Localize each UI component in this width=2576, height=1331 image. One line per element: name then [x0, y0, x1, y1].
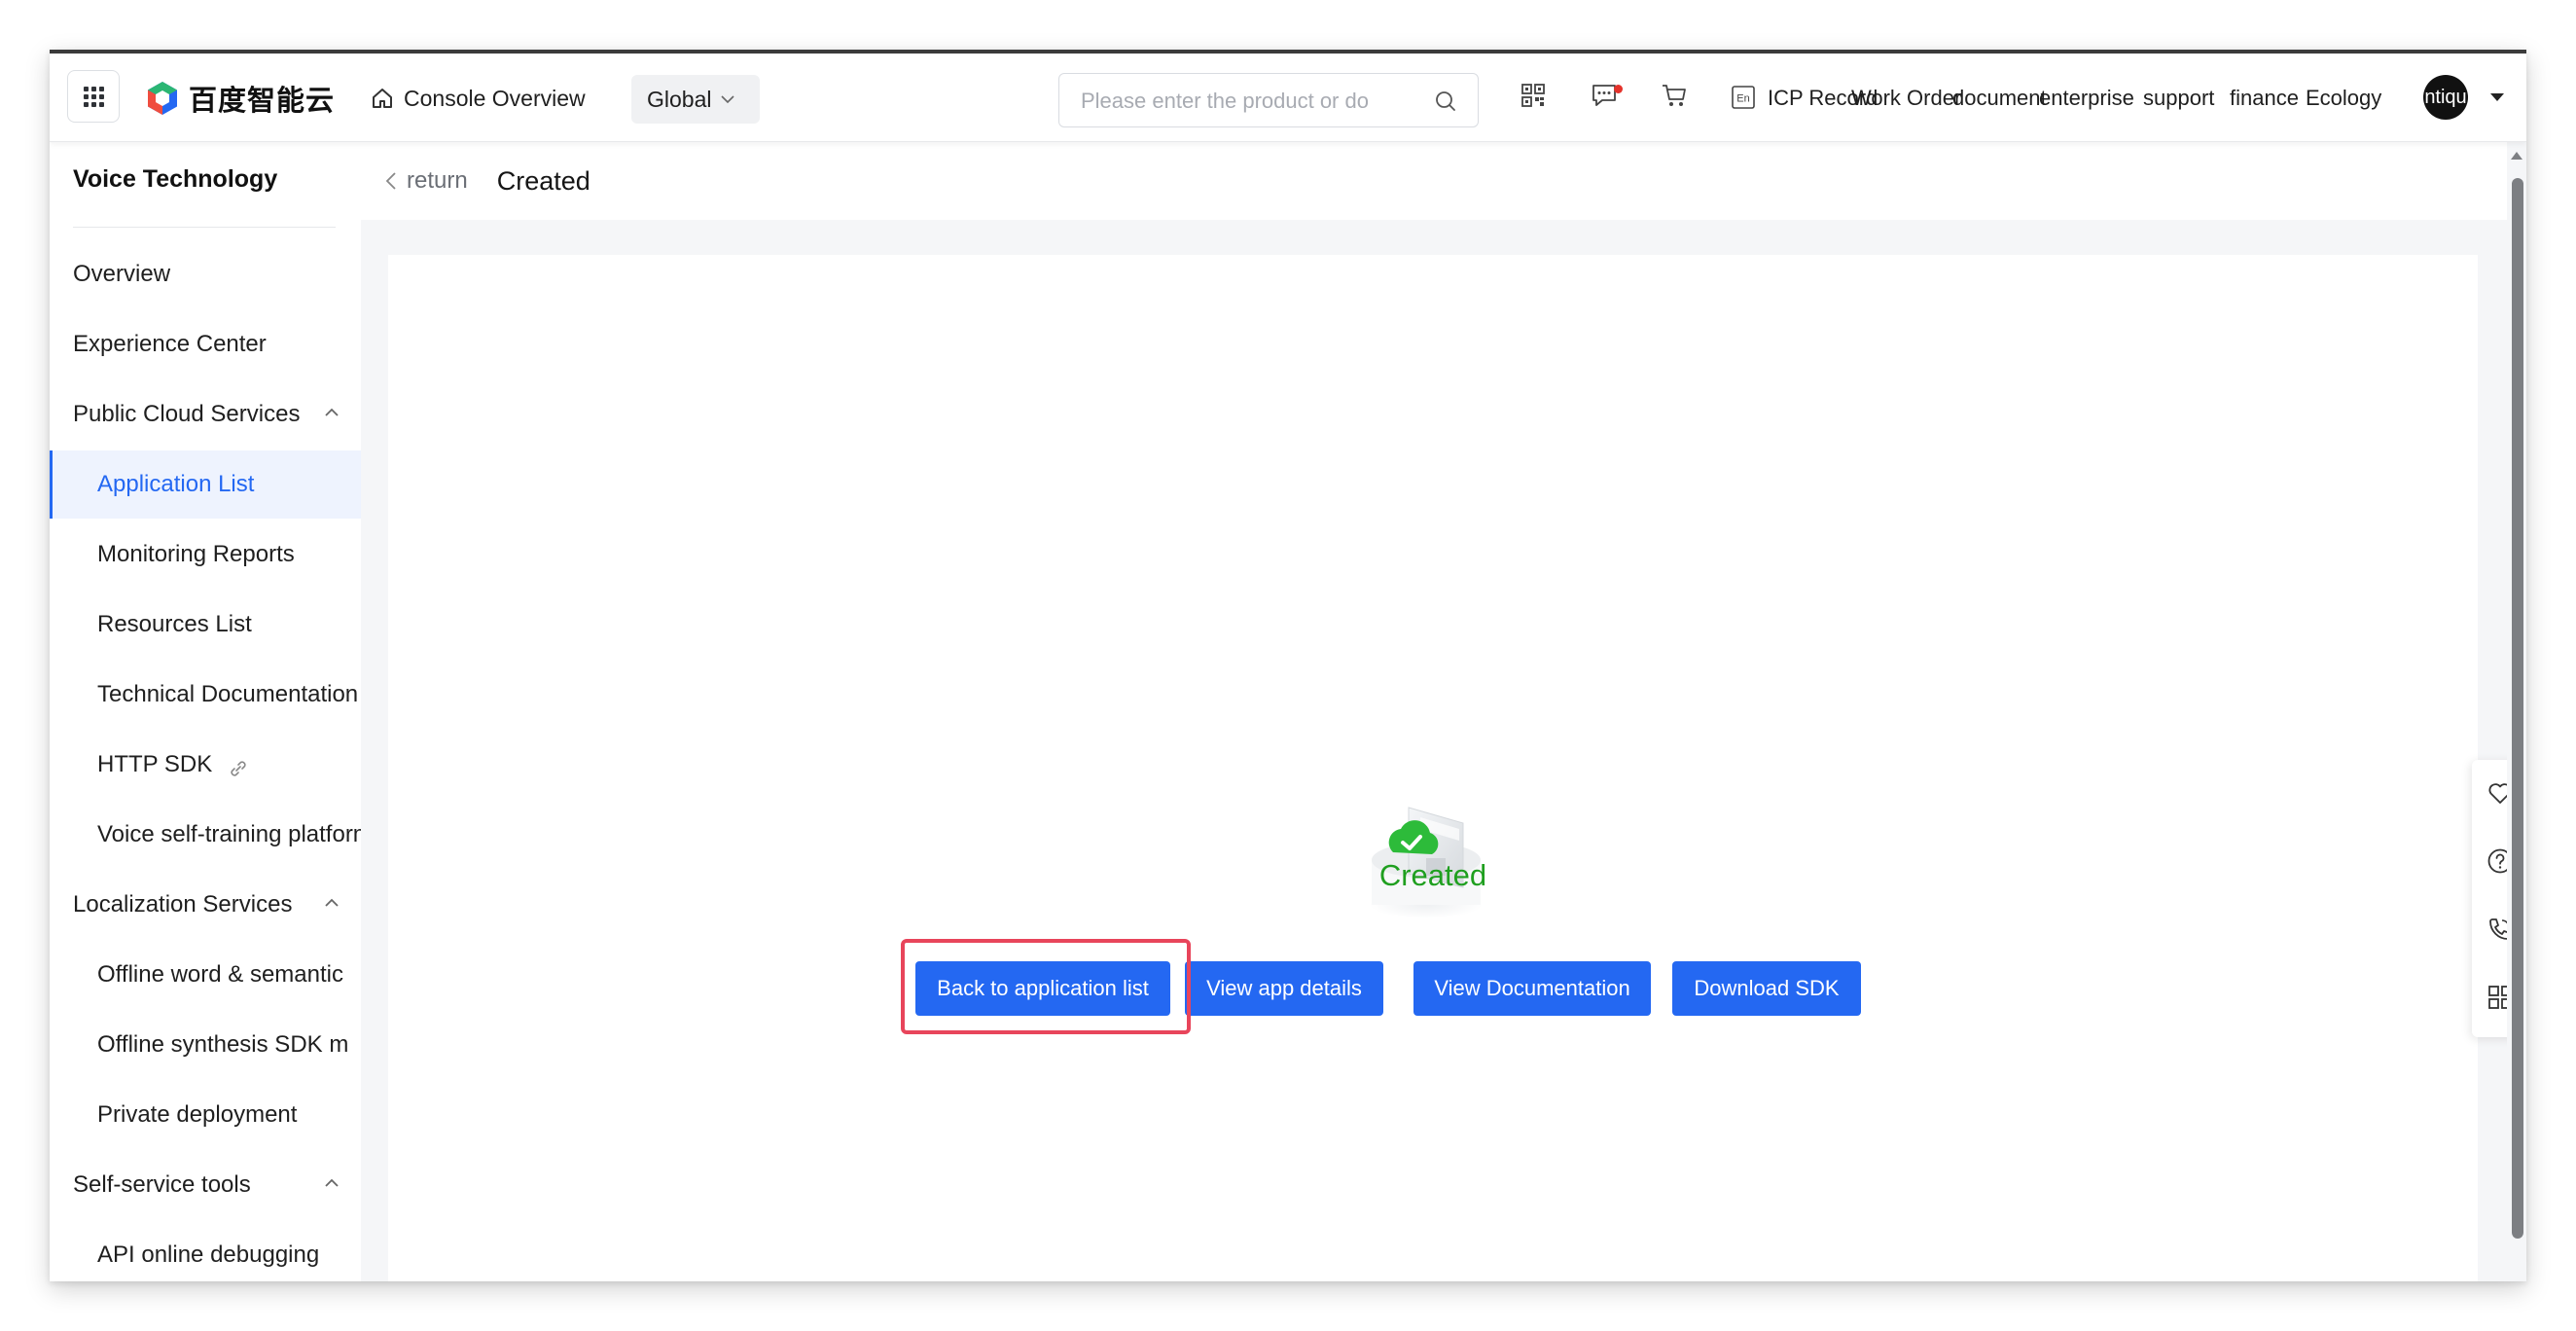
console-overview-link[interactable]: Console Overview: [371, 81, 586, 116]
search-icon[interactable]: [1435, 90, 1456, 112]
chevron-down-icon: [721, 95, 735, 104]
finance-link[interactable]: finance: [2230, 86, 2299, 111]
view-documentation-button[interactable]: View Documentation: [1413, 961, 1651, 1016]
sidebar-item-http-sdk[interactable]: HTTP SDK: [50, 731, 361, 799]
region-value: Global: [647, 86, 712, 112]
chevron-up-icon: [325, 1178, 339, 1187]
sidebar-item-label: Public Cloud Services: [73, 401, 301, 427]
sidebar: Voice Technology Overview Experience Cen…: [50, 142, 361, 1281]
product-search: [1058, 73, 1479, 127]
sidebar-item-label: Self-service tools: [73, 1171, 251, 1198]
scrollbar-thumb[interactable]: [2512, 178, 2523, 1239]
logo[interactable]: 百度智能云: [144, 78, 335, 119]
enterprise-link[interactable]: enterprise: [2039, 86, 2134, 111]
sidebar-item-label: Localization Services: [73, 891, 293, 917]
region-select[interactable]: Global: [631, 75, 760, 124]
chevron-up-icon: [325, 898, 339, 907]
sidebar-group-self-service-tools[interactable]: Self-service tools: [50, 1151, 361, 1219]
sidebar-item-label: Resources List: [97, 611, 252, 637]
support-link[interactable]: support: [2143, 86, 2214, 111]
result-card: Created Back to application list View ap…: [388, 255, 2478, 1281]
top-navigation-bar: 百度智能云 Console Overview Global Please ent…: [50, 54, 2526, 142]
language-en-icon[interactable]: En: [1731, 85, 1756, 110]
sidebar-item-overview[interactable]: Overview: [50, 240, 361, 308]
external-link-icon: [231, 761, 246, 776]
sidebar-item-offline-synthesis-sdk[interactable]: Offline synthesis SDK m: [50, 1011, 361, 1079]
sidebar-item-label: Monitoring Reports: [97, 541, 295, 567]
view-app-details-button[interactable]: View app details: [1185, 961, 1383, 1016]
sidebar-item-resources-list[interactable]: Resources List: [50, 591, 361, 659]
sidebar-item-label: Experience Center: [73, 331, 267, 357]
sidebar-item-monitoring-reports[interactable]: Monitoring Reports: [50, 521, 361, 589]
apps-menu-button[interactable]: [67, 70, 120, 123]
ecology-link[interactable]: Ecology: [2306, 86, 2381, 111]
user-avatar[interactable]: ntiqu: [2423, 75, 2468, 120]
sidebar-item-application-list[interactable]: Application List: [50, 450, 361, 519]
avatar-text: ntiqu: [2424, 86, 2467, 108]
sidebar-item-label: API online debugging: [97, 1241, 320, 1268]
sidebar-item-experience-center[interactable]: Experience Center: [50, 310, 361, 378]
divider: [73, 227, 336, 228]
search-input[interactable]: [1079, 86, 1419, 117]
notification-dot: [1614, 85, 1623, 93]
sidebar-item-label: Private deployment: [97, 1101, 298, 1128]
download-sdk-button[interactable]: Download SDK: [1672, 961, 1861, 1016]
qr-code-icon[interactable]: [1521, 83, 1546, 108]
home-icon: [373, 89, 392, 108]
document-link[interactable]: document: [1952, 86, 2047, 111]
sidebar-item-label: Application List: [97, 471, 255, 497]
sidebar-item-label: Offline synthesis SDK m: [97, 1031, 349, 1058]
svg-text:En: En: [1736, 93, 1749, 105]
return-link[interactable]: return: [385, 167, 468, 195]
page-title: Created: [496, 165, 590, 196]
logo-text: 百度智能云: [189, 86, 336, 117]
grid-icon: [84, 87, 105, 108]
sidebar-item-technical-documentation[interactable]: Technical Documentation: [50, 661, 361, 729]
caret-down-icon[interactable]: [2489, 92, 2505, 102]
breadcrumb: return Created: [361, 142, 2507, 220]
baidu-cloud-logo-icon: [148, 82, 177, 115]
sidebar-item-label: Technical Documentation: [97, 681, 359, 707]
work-order-link[interactable]: Work Order: [1851, 86, 1961, 111]
cart-icon[interactable]: [1661, 83, 1688, 108]
return-label: return: [407, 167, 468, 194]
sidebar-item-label: Offline word & semantic: [97, 961, 343, 988]
status-text: Created: [1378, 858, 1487, 892]
scroll-up-arrow-icon[interactable]: [2510, 151, 2523, 161]
sidebar-group-localization-services[interactable]: Localization Services: [50, 871, 361, 939]
sidebar-item-api-online-debugging[interactable]: API online debugging: [50, 1221, 361, 1281]
sidebar-item-label: HTTP SDK: [97, 751, 213, 777]
sidebar-title: Voice Technology: [73, 165, 278, 193]
sidebar-item-voice-self-training-platform[interactable]: Voice self-training platform: [50, 801, 361, 869]
sidebar-item-offline-word-semantic[interactable]: Offline word & semantic: [50, 941, 361, 1009]
sidebar-item-label: Overview: [73, 261, 171, 287]
back-to-application-list-button[interactable]: Back to application list: [915, 961, 1170, 1016]
chevron-left-icon: [385, 172, 396, 190]
sidebar-group-public-cloud-services[interactable]: Public Cloud Services: [50, 380, 361, 449]
console-overview-label: Console Overview: [404, 85, 586, 111]
console-window: 百度智能云 Console Overview Global Please ent…: [50, 50, 2526, 1281]
sidebar-item-label: Voice self-training platform: [97, 821, 361, 847]
sidebar-item-private-deployment[interactable]: Private deployment: [50, 1081, 361, 1149]
chevron-up-icon: [325, 408, 339, 416]
